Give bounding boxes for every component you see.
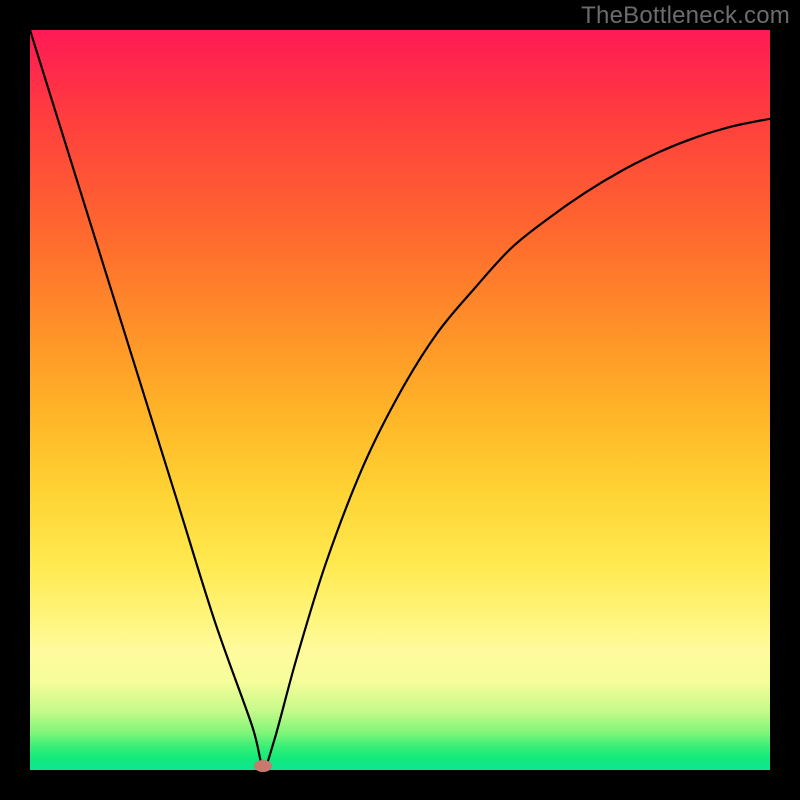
bottleneck-curve-path <box>30 30 770 767</box>
figure-container: TheBottleneck.com <box>0 0 800 800</box>
optimal-point-marker <box>254 760 272 772</box>
curve-svg <box>30 30 770 770</box>
watermark-text: TheBottleneck.com <box>581 2 790 30</box>
plot-area <box>30 30 770 770</box>
